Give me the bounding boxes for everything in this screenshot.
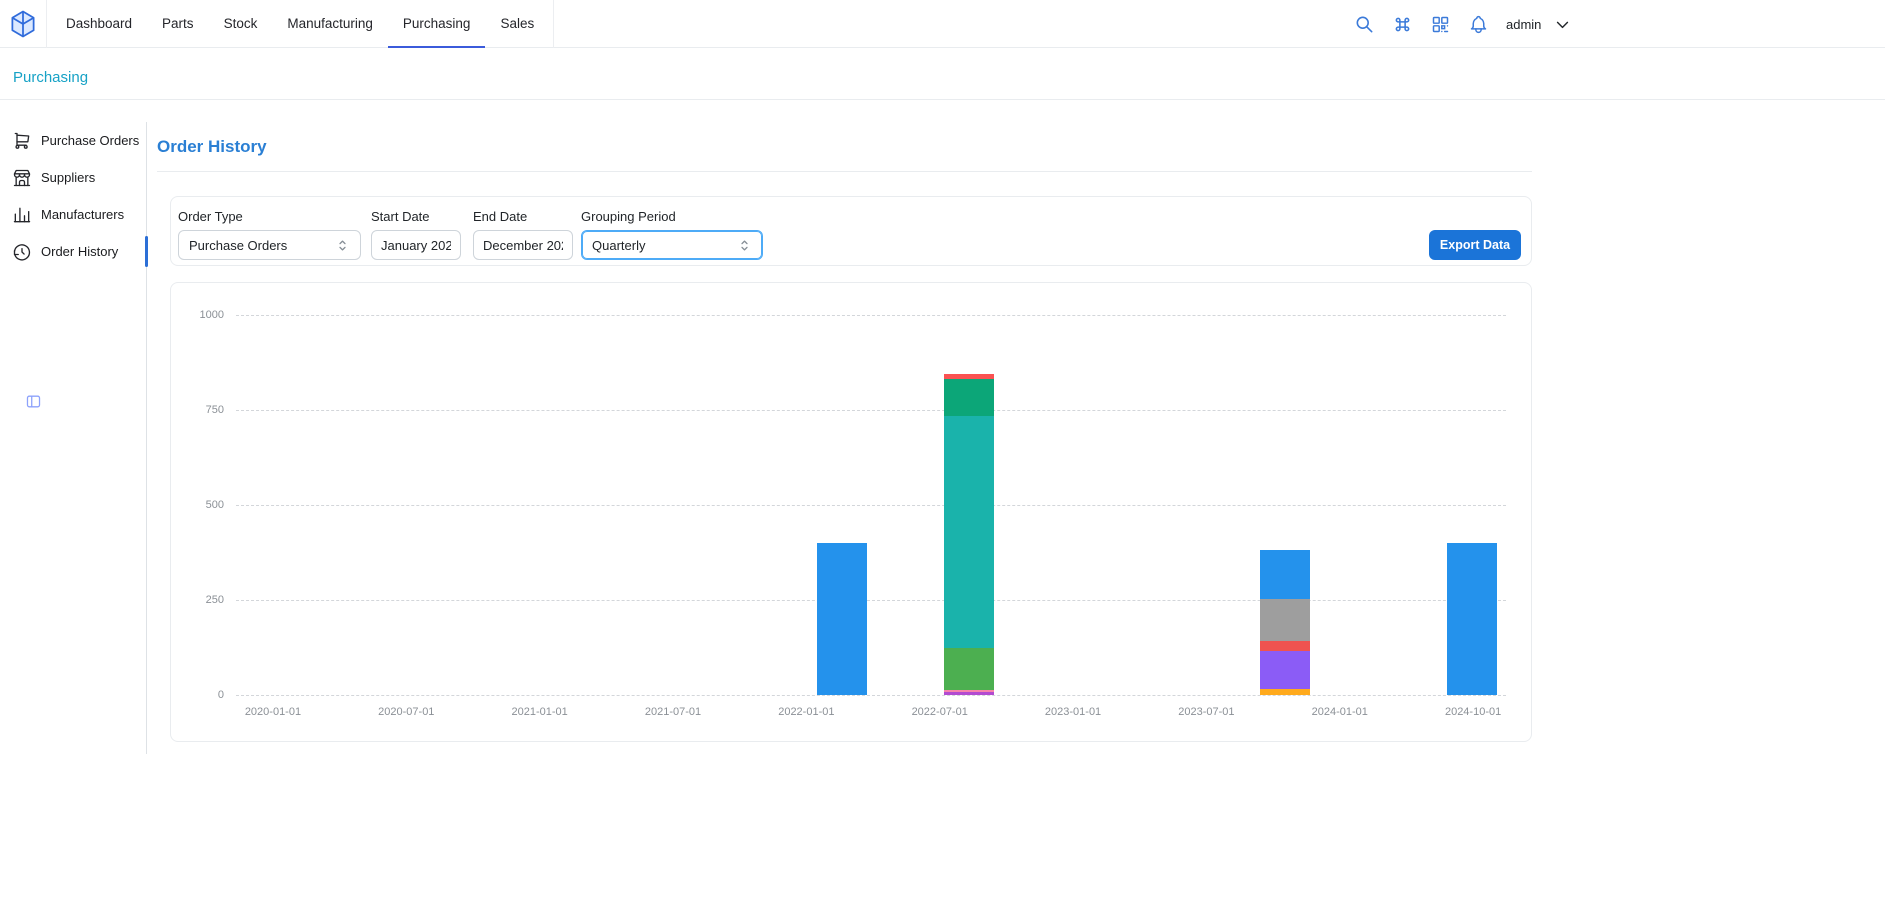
sidebar-item-manufacturers[interactable]: Manufacturers bbox=[8, 196, 146, 233]
navbar-actions: admin bbox=[1354, 0, 1571, 48]
app-logo-icon[interactable] bbox=[8, 9, 38, 39]
nav-tabs: Dashboard Parts Stock Manufacturing Purc… bbox=[46, 0, 554, 48]
bar-segment bbox=[944, 416, 994, 648]
page-title: Order History bbox=[157, 137, 267, 157]
breadcrumb-bar: Purchasing bbox=[0, 48, 1885, 100]
grouping-period-select[interactable]: Quarterly bbox=[581, 230, 763, 260]
y-axis-label: 250 bbox=[206, 594, 224, 606]
gridline bbox=[236, 410, 1506, 411]
divider bbox=[157, 171, 1532, 172]
y-axis-label: 500 bbox=[206, 499, 224, 511]
command-palette-icon[interactable] bbox=[1392, 14, 1413, 35]
sidebar-item-label: Order History bbox=[41, 244, 118, 259]
bar-segment bbox=[1260, 599, 1310, 641]
bar-segment bbox=[1260, 641, 1310, 651]
grouping-period-label: Grouping Period bbox=[581, 209, 676, 224]
gridline bbox=[236, 600, 1506, 601]
notifications-bell-icon[interactable] bbox=[1468, 14, 1489, 35]
sidebar-item-label: Purchase Orders bbox=[41, 133, 139, 148]
y-axis-label: 1000 bbox=[200, 309, 224, 321]
y-axis-label: 0 bbox=[218, 689, 224, 701]
x-axis-label: 2024-01-01 bbox=[1312, 706, 1368, 718]
tab-dashboard[interactable]: Dashboard bbox=[51, 0, 147, 48]
x-axis-label: 2024-10-01 bbox=[1445, 706, 1501, 718]
gridline bbox=[236, 695, 1506, 696]
tab-manufacturing[interactable]: Manufacturing bbox=[272, 0, 388, 48]
gridline bbox=[236, 315, 1506, 316]
bar-segment bbox=[1260, 689, 1310, 695]
end-date-label: End Date bbox=[473, 209, 527, 224]
stacked-bar bbox=[1447, 315, 1497, 695]
bar-segment bbox=[944, 648, 994, 690]
history-clock-icon bbox=[12, 242, 32, 262]
x-axis-label: 2022-07-01 bbox=[912, 706, 968, 718]
x-axis-label: 2021-01-01 bbox=[512, 706, 568, 718]
x-axis-label: 2022-01-01 bbox=[778, 706, 834, 718]
stacked-bar bbox=[1260, 315, 1310, 695]
grouping-period-value: Quarterly bbox=[592, 238, 645, 253]
selector-chevrons-icon bbox=[737, 238, 752, 253]
x-axis-label: 2020-07-01 bbox=[378, 706, 434, 718]
collapse-sidebar-icon[interactable] bbox=[25, 393, 42, 410]
bar-segment bbox=[1260, 550, 1310, 599]
stacked-bar bbox=[817, 315, 867, 695]
start-date-label: Start Date bbox=[371, 209, 430, 224]
qr-scan-icon[interactable] bbox=[1430, 14, 1451, 35]
search-icon[interactable] bbox=[1354, 14, 1375, 35]
export-data-button[interactable]: Export Data bbox=[1429, 230, 1521, 260]
tab-parts[interactable]: Parts bbox=[147, 0, 209, 48]
bar-segment bbox=[944, 692, 994, 695]
start-date-input[interactable] bbox=[371, 230, 461, 260]
stacked-bar bbox=[944, 315, 994, 695]
gridline bbox=[236, 505, 1506, 506]
stacked-bar-chart: 1000 750 500 250 0 2020-01-01 2020-07-01… bbox=[236, 315, 1506, 695]
shopping-cart-icon bbox=[12, 131, 32, 151]
tab-sales[interactable]: Sales bbox=[485, 0, 549, 48]
breadcrumb-purchasing[interactable]: Purchasing bbox=[13, 69, 88, 86]
sidebar-item-order-history[interactable]: Order History bbox=[8, 233, 146, 270]
sidebar-item-suppliers[interactable]: Suppliers bbox=[8, 159, 146, 196]
bar-segment bbox=[817, 543, 867, 695]
chevron-down-icon[interactable] bbox=[1554, 16, 1571, 33]
sidebar-item-purchase-orders[interactable]: Purchase Orders bbox=[8, 122, 146, 159]
order-type-label: Order Type bbox=[178, 209, 243, 224]
end-date-input[interactable] bbox=[473, 230, 573, 260]
filters-panel: Order Type Start Date End Date Grouping … bbox=[170, 196, 1532, 266]
tab-stock[interactable]: Stock bbox=[209, 0, 273, 48]
selector-chevrons-icon bbox=[335, 238, 350, 253]
sidebar-item-label: Manufacturers bbox=[41, 207, 124, 222]
tab-purchasing[interactable]: Purchasing bbox=[388, 0, 486, 48]
bar-segment bbox=[1447, 543, 1497, 695]
order-type-select[interactable]: Purchase Orders bbox=[178, 230, 361, 260]
y-axis-label: 750 bbox=[206, 404, 224, 416]
user-menu-label[interactable]: admin bbox=[1506, 17, 1541, 32]
x-axis-label: 2020-01-01 bbox=[245, 706, 301, 718]
x-axis-label: 2021-07-01 bbox=[645, 706, 701, 718]
order-type-value: Purchase Orders bbox=[189, 238, 287, 253]
top-navbar: Dashboard Parts Stock Manufacturing Purc… bbox=[0, 0, 1885, 48]
building-store-icon bbox=[12, 168, 32, 188]
chart-panel: 1000 750 500 250 0 2020-01-01 2020-07-01… bbox=[170, 282, 1532, 742]
bar-chart-icon bbox=[12, 205, 32, 225]
x-axis-label: 2023-01-01 bbox=[1045, 706, 1101, 718]
sidebar: Purchase Orders Suppliers Manufacturers bbox=[8, 122, 147, 754]
x-axis-label: 2023-07-01 bbox=[1178, 706, 1234, 718]
bar-segment bbox=[944, 379, 994, 416]
bar-segment bbox=[1260, 651, 1310, 690]
sidebar-item-label: Suppliers bbox=[41, 170, 95, 185]
